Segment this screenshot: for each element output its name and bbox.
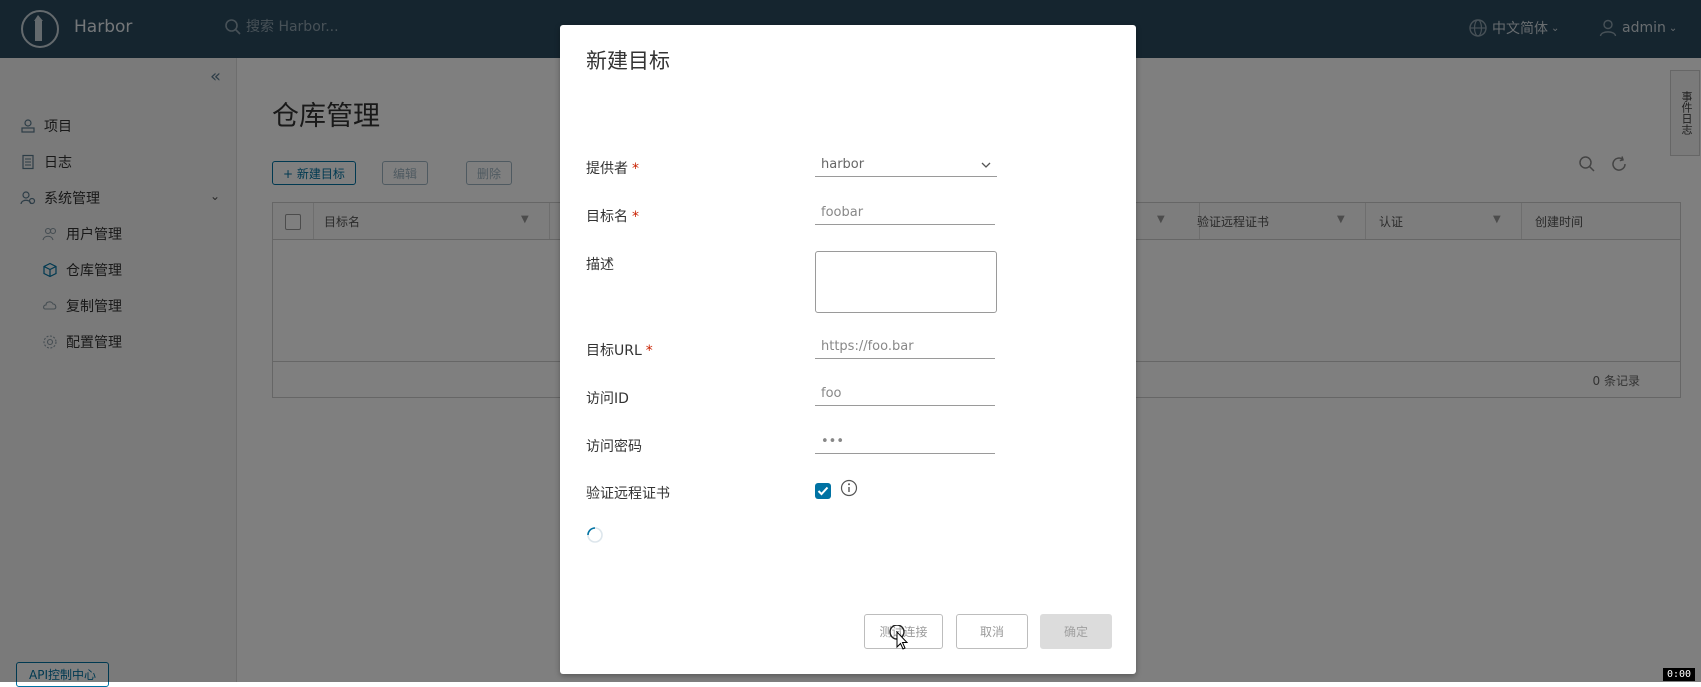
timecode: 0:00 <box>1663 668 1696 681</box>
provider-select[interactable]: harbor <box>815 153 997 177</box>
checkmark-icon <box>817 486 829 496</box>
provider-label: 提供者 * <box>586 161 639 177</box>
target-url-input[interactable] <box>815 335 995 359</box>
loading-spinner-icon <box>587 527 603 543</box>
target-url-label: 目标URL * <box>586 343 653 359</box>
target-name-input[interactable] <box>815 201 995 225</box>
cancel-button[interactable]: 取消 <box>956 614 1028 649</box>
chevron-down-icon <box>981 162 991 168</box>
required-mark: * <box>632 161 639 177</box>
description-textarea[interactable] <box>815 251 997 313</box>
access-secret-label: 访问密码 <box>586 439 642 455</box>
description-label: 描述 <box>586 257 614 273</box>
required-mark: * <box>645 343 653 359</box>
verify-cert-checkbox[interactable] <box>815 483 831 499</box>
mouse-cursor-icon <box>889 625 909 650</box>
provider-value: harbor <box>821 157 865 172</box>
access-id-input[interactable] <box>815 382 995 406</box>
access-secret-input[interactable] <box>815 430 995 454</box>
target-name-label: 目标名 * <box>586 209 639 225</box>
info-icon[interactable] <box>840 479 858 497</box>
access-id-label: 访问ID <box>586 391 629 407</box>
verify-cert-label: 验证远程证书 <box>586 486 670 502</box>
required-mark: * <box>632 209 639 225</box>
ok-button[interactable]: 确定 <box>1040 614 1112 649</box>
new-target-dialog: 新建目标 提供者* harbor 目标名* 描述 目标URL* 访问ID 访问密… <box>560 25 1136 674</box>
dialog-title: 新建目标 <box>586 49 670 73</box>
